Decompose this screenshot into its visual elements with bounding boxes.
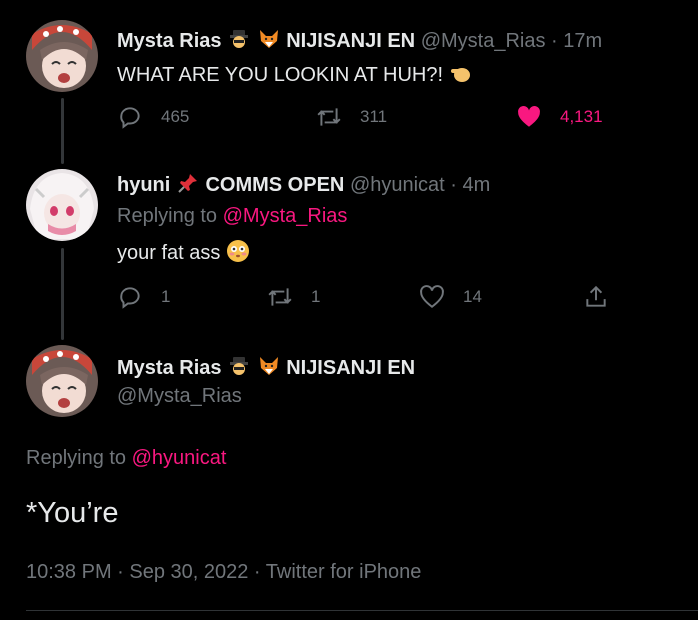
tweet2-like-button[interactable]: 14	[419, 284, 482, 310]
tweet1-reply-button[interactable]: 465	[117, 104, 189, 130]
tweet2-text: your fat ass	[117, 242, 221, 264]
pushpin-icon	[176, 171, 200, 195]
tweet3-replying: Replying to @hyunicat	[26, 447, 226, 470]
tweet1-author-name[interactable]: Mysta Rias	[117, 30, 222, 52]
share-icon	[586, 285, 606, 307]
heart-filled-icon	[518, 106, 540, 127]
tweet1-org: NIJISANJI EN	[286, 30, 416, 52]
divider	[26, 610, 698, 611]
avatar-mysta[interactable]	[26, 20, 98, 92]
tweet1-text-row: WHAT ARE YOU LOOKIN AT HUH?!	[117, 61, 473, 87]
tweet1-text: WHAT ARE YOU LOOKIN AT HUH?!	[117, 64, 444, 86]
tweet1-like-button[interactable]: 4,131	[516, 104, 603, 130]
tweet2-like-count: 14	[463, 287, 482, 306]
flushed-face-icon	[226, 239, 250, 263]
tweet3-text: *You’re	[26, 497, 119, 529]
tweet3-replying-mention[interactable]: @hyunicat	[132, 447, 227, 469]
tweet2-reply-button[interactable]: 1	[117, 284, 170, 310]
tweet1-header: Mysta Rias NIJISANJI EN @Mysta_Rias · 17…	[117, 27, 602, 53]
tweet3-author-name[interactable]: Mysta Rias	[117, 357, 222, 379]
tweet2-time[interactable]: 4m	[463, 174, 491, 196]
thread-line-2	[61, 248, 64, 340]
tweet3-handle[interactable]: @Mysta_Rias	[117, 385, 242, 408]
avatar-mysta-main[interactable]	[26, 345, 98, 417]
pointing-hand-icon	[449, 61, 473, 85]
tweet1-time[interactable]: 17m	[563, 30, 602, 52]
avatar-hyuni[interactable]	[26, 169, 98, 241]
reply-icon	[120, 107, 140, 129]
heart-outline-icon	[420, 285, 444, 308]
detective-icon	[227, 27, 251, 51]
tweet1-sep: ·	[551, 30, 558, 52]
tweet2-text-row: your fat ass	[117, 239, 250, 265]
fox-icon	[257, 27, 281, 51]
tweet2-retweet-count: 1	[311, 287, 321, 306]
tweet1-like-count: 4,131	[560, 107, 603, 126]
tweet3-name-row: Mysta Rias NIJISANJI EN	[117, 354, 415, 380]
thread-line-1	[61, 98, 64, 164]
tweet1-reply-count: 465	[161, 107, 190, 126]
tweet1-retweet-button[interactable]: 311	[316, 104, 387, 130]
tweet2-replying: Replying to @Mysta_Rias	[117, 205, 347, 228]
tweet2-replying-prefix: Replying to	[117, 205, 218, 227]
tweet2-author-name[interactable]: hyuni	[117, 174, 170, 196]
tweet3-replying-prefix: Replying to	[26, 447, 127, 469]
tweet3-org: NIJISANJI EN	[286, 357, 416, 379]
reply-icon	[120, 287, 140, 309]
detective-icon	[227, 354, 251, 378]
fox-icon	[257, 354, 281, 378]
tweet3-timestamp[interactable]: 10:38 PM · Sep 30, 2022 · Twitter for iP…	[26, 561, 421, 584]
tweet2-status: COMMS OPEN	[205, 174, 345, 196]
retweet-icon	[317, 108, 341, 126]
tweet2-reply-count: 1	[161, 287, 171, 306]
tweet2-header: hyuni COMMS OPEN @hyunicat · 4m	[117, 171, 490, 197]
tweet2-replying-mention[interactable]: @Mysta_Rias	[223, 205, 348, 227]
tweet2-share-button[interactable]	[583, 284, 627, 310]
tweet1-retweet-count: 311	[360, 107, 388, 126]
tweet1-handle[interactable]: @Mysta_Rias	[421, 30, 546, 52]
tweet2-sep: ·	[450, 174, 457, 196]
retweet-icon	[268, 288, 292, 306]
tweet2-handle[interactable]: @hyunicat	[350, 174, 445, 196]
tweet2-retweet-button[interactable]: 1	[267, 284, 320, 310]
